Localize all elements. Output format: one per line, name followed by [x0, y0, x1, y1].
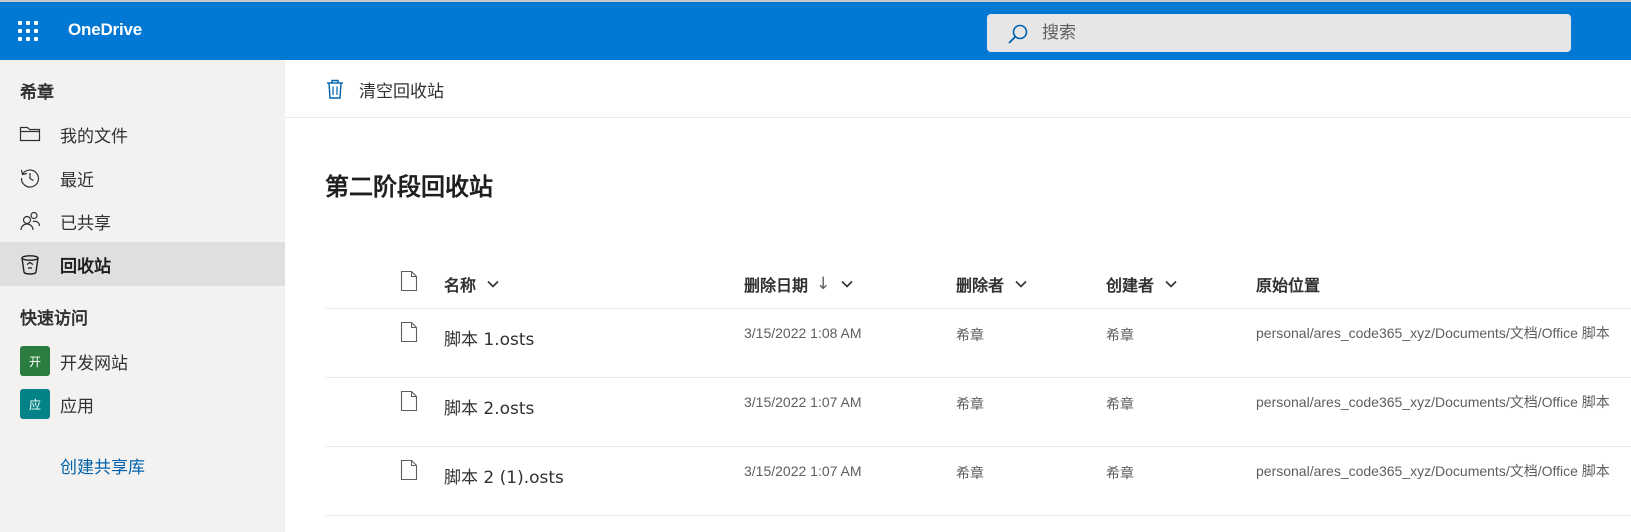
column-header-deleted-date[interactable]: 删除日期 ↓ — [744, 270, 854, 298]
column-label: 原始位置 — [1256, 276, 1321, 295]
app-header: OneDrive — [0, 0, 1631, 60]
empty-recycle-bin-button[interactable]: 清空回收站 — [325, 74, 444, 104]
recycle-bin-icon — [19, 253, 41, 275]
table-row[interactable]: 脚本 2 (1).osts 3/15/2022 1:07 AM 希章 希章 pe… — [325, 447, 1631, 516]
page-title: 第二阶段回收站 — [325, 173, 493, 201]
nav-label: 回收站 — [60, 256, 111, 277]
column-header-deleted-by[interactable]: 删除者 — [956, 270, 1028, 298]
column-header-name[interactable]: 名称 — [444, 270, 500, 298]
column-label: 删除者 — [956, 276, 1005, 295]
deleted-date: 3/15/2022 1:07 AM — [744, 394, 862, 410]
app-title[interactable]: OneDrive — [68, 20, 142, 40]
search-input[interactable] — [1042, 14, 1542, 52]
nav-recent[interactable]: 最近 — [0, 156, 285, 200]
chevron-down-icon — [841, 280, 853, 288]
nav-my-files[interactable]: 我的文件 — [0, 112, 285, 156]
command-bar: 清空回收站 — [285, 60, 1631, 118]
file-name[interactable]: 脚本 2.osts — [444, 394, 534, 419]
quick-access-label: 应用 — [60, 396, 94, 417]
table-row[interactable]: 脚本 2.osts 3/15/2022 1:07 AM 希章 希章 person… — [325, 378, 1631, 447]
column-label: 创建者 — [1106, 276, 1155, 295]
created-by: 希章 — [1106, 466, 1134, 482]
deleted-by: 希章 — [956, 328, 984, 344]
quick-access-item-dev-site[interactable]: 开 开发网站 — [0, 339, 285, 383]
column-label: 名称 — [444, 276, 477, 295]
search-box[interactable] — [987, 14, 1571, 52]
file-name[interactable]: 脚本 2 (1).osts — [444, 463, 564, 488]
folder-icon — [19, 123, 41, 145]
user-name: 希章 — [20, 83, 54, 103]
quick-access-item-apps[interactable]: 应 应用 — [0, 382, 285, 426]
deleted-by: 希章 — [956, 466, 984, 482]
site-badge: 应 — [20, 389, 50, 419]
original-location: personal/ares_code365_xyz/Documents/文档/O… — [1256, 463, 1610, 479]
left-navigation: 希章 我的文件 最近 已共享 回收站 快速访问 开 开发网站 应 应用 创建共享… — [0, 60, 285, 532]
file-icon — [400, 390, 418, 412]
file-type-icon[interactable] — [400, 270, 418, 292]
chevron-down-icon — [1015, 280, 1027, 288]
nav-recycle-bin[interactable]: 回收站 — [0, 242, 285, 286]
app-launcher-icon[interactable] — [16, 19, 40, 43]
column-label: 删除日期 — [744, 276, 809, 295]
sort-descending-icon: ↓ — [816, 274, 831, 294]
site-badge: 开 — [20, 346, 50, 376]
search-icon — [1008, 24, 1028, 44]
nav-label: 我的文件 — [60, 126, 128, 147]
nav-label: 最近 — [60, 170, 94, 191]
file-list: 名称 删除日期 ↓ 删除者 创建者 原始位置 脚本 1.osts 3/15/20… — [325, 258, 1631, 516]
chevron-down-icon — [1165, 280, 1177, 288]
trash-icon — [327, 79, 343, 99]
deleted-by: 希章 — [956, 397, 984, 413]
table-row[interactable]: 脚本 1.osts 3/15/2022 1:08 AM 希章 希章 person… — [325, 309, 1631, 378]
table-header: 名称 删除日期 ↓ 删除者 创建者 原始位置 — [325, 258, 1631, 309]
create-shared-library-link[interactable]: 创建共享库 — [60, 453, 145, 478]
nav-shared[interactable]: 已共享 — [0, 199, 285, 243]
file-icon — [400, 321, 418, 343]
empty-recycle-bin-label: 清空回收站 — [359, 81, 444, 102]
nav-label: 已共享 — [60, 213, 111, 234]
created-by: 希章 — [1106, 397, 1134, 413]
deleted-date: 3/15/2022 1:07 AM — [744, 463, 862, 479]
file-icon — [400, 459, 418, 481]
column-header-original-location[interactable]: 原始位置 — [1256, 270, 1320, 298]
quick-access-heading: 快速访问 — [20, 309, 88, 329]
column-header-created-by[interactable]: 创建者 — [1106, 270, 1178, 298]
original-location: personal/ares_code365_xyz/Documents/文档/O… — [1256, 394, 1610, 410]
original-location: personal/ares_code365_xyz/Documents/文档/O… — [1256, 325, 1610, 341]
history-icon — [19, 167, 41, 189]
chevron-down-icon — [487, 280, 499, 288]
deleted-date: 3/15/2022 1:08 AM — [744, 325, 862, 341]
file-name[interactable]: 脚本 1.osts — [444, 325, 534, 350]
people-icon — [19, 210, 41, 232]
created-by: 希章 — [1106, 328, 1134, 344]
quick-access-label: 开发网站 — [60, 353, 128, 374]
